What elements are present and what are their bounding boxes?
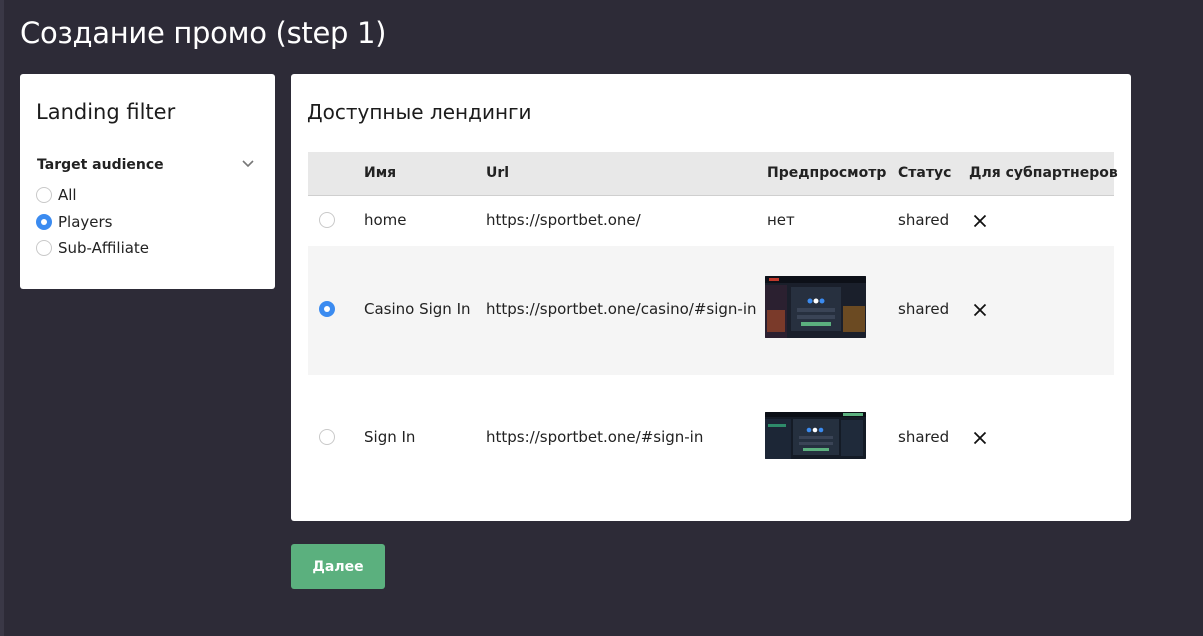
table-row[interactable]: home https://sportbet.one/ нет shared: [308, 196, 1114, 246]
landing-status: shared: [898, 428, 950, 446]
close-icon: [973, 303, 987, 317]
table-header: Имя Url Предпросмотр Статус Для субпартн…: [308, 152, 1118, 196]
close-icon: [973, 431, 987, 445]
audience-option-sub-affiliate[interactable]: Sub-Affiliate: [36, 238, 149, 258]
landing-preview-image[interactable]: [765, 276, 866, 338]
page: Создание промо (step 1) Landing filter T…: [0, 0, 1203, 636]
column-status: Статус: [898, 165, 952, 181]
column-name: Имя: [364, 165, 397, 181]
landing-filter-panel: Landing filter Target audience All Playe…: [20, 74, 275, 289]
landings-table: Имя Url Предпросмотр Статус Для субпартн…: [308, 152, 1118, 503]
table-row[interactable]: Casino Sign In https://sportbet.one/casi…: [308, 246, 1114, 375]
audience-option-label: All: [58, 186, 77, 204]
target-audience-label: Target audience: [37, 157, 164, 173]
audience-option-label: Players: [58, 213, 113, 231]
radio-players[interactable]: [36, 214, 52, 230]
row-select-radio[interactable]: [319, 429, 335, 445]
column-url: Url: [486, 165, 510, 181]
landing-preview-text: нет: [767, 211, 795, 229]
audience-option-all[interactable]: All: [36, 185, 77, 205]
landing-url: https://sportbet.one/: [486, 211, 641, 229]
landings-title: Доступные лендинги: [307, 100, 532, 124]
column-preview: Предпросмотр: [767, 165, 887, 181]
landing-name: Casino Sign In: [364, 300, 471, 318]
landings-panel: Доступные лендинги Имя Url Предпросмотр …: [291, 74, 1131, 521]
chevron-down-icon: [242, 160, 254, 168]
close-icon: [973, 214, 987, 228]
table-row[interactable]: Sign In https://sportbet.one/#sign-in sh…: [308, 375, 1114, 503]
landing-name: home: [364, 211, 407, 229]
next-button[interactable]: Далее: [291, 544, 385, 589]
landing-url: https://sportbet.one/casino/#sign-in: [486, 300, 757, 318]
row-select-radio[interactable]: [319, 212, 335, 228]
audience-option-label: Sub-Affiliate: [58, 239, 150, 257]
landing-status: shared: [898, 300, 950, 318]
landing-status: shared: [898, 211, 950, 229]
audience-option-players[interactable]: Players: [36, 212, 113, 232]
filter-title: Landing filter: [36, 100, 176, 124]
landing-preview-image[interactable]: [765, 412, 866, 459]
radio-all[interactable]: [36, 187, 52, 203]
landing-url: https://sportbet.one/#sign-in: [486, 428, 704, 446]
column-subpartners: Для субпартнеров: [969, 165, 1118, 181]
page-title: Создание промо (step 1): [20, 16, 387, 50]
target-audience-toggle[interactable]: Target audience: [37, 154, 255, 174]
radio-sub-affiliate[interactable]: [36, 240, 52, 256]
row-select-radio[interactable]: [319, 301, 335, 317]
landing-name: Sign In: [364, 428, 416, 446]
